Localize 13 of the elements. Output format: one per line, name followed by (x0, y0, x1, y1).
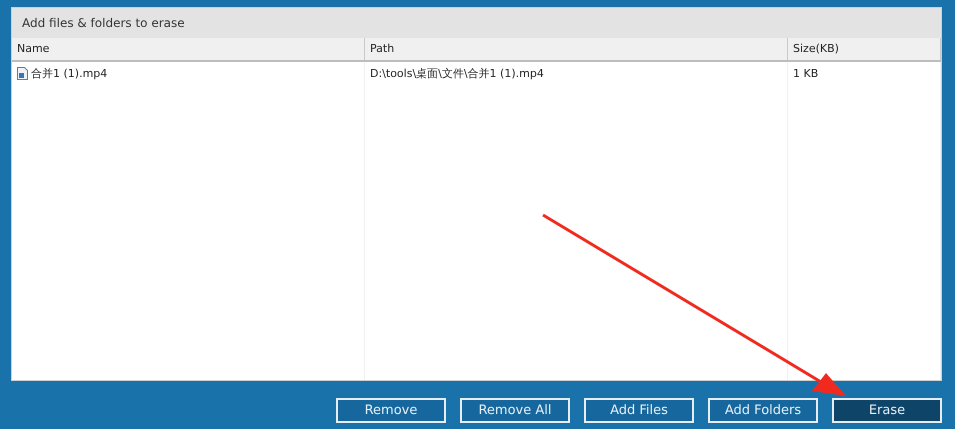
table-cell: D:\tools\桌面\文件\合并1 (1).mp4 (370, 66, 544, 80)
column-header[interactable]: Path (365, 38, 788, 60)
panel-title: Add files & folders to erase (12, 8, 941, 38)
action-button[interactable]: Add Folders (708, 398, 818, 423)
file-icon (17, 66, 28, 80)
table-cell: 合并1 (1).mp4 (31, 66, 108, 80)
column-header[interactable]: Name (12, 38, 365, 60)
action-button[interactable]: Add Files (584, 398, 694, 423)
action-button[interactable]: Remove (336, 398, 446, 423)
table-cell: 1 KB (793, 66, 818, 80)
action-button[interactable]: Remove All (460, 398, 570, 423)
action-button[interactable]: Erase (832, 398, 942, 423)
column-header[interactable]: Size(KB) (788, 38, 941, 60)
